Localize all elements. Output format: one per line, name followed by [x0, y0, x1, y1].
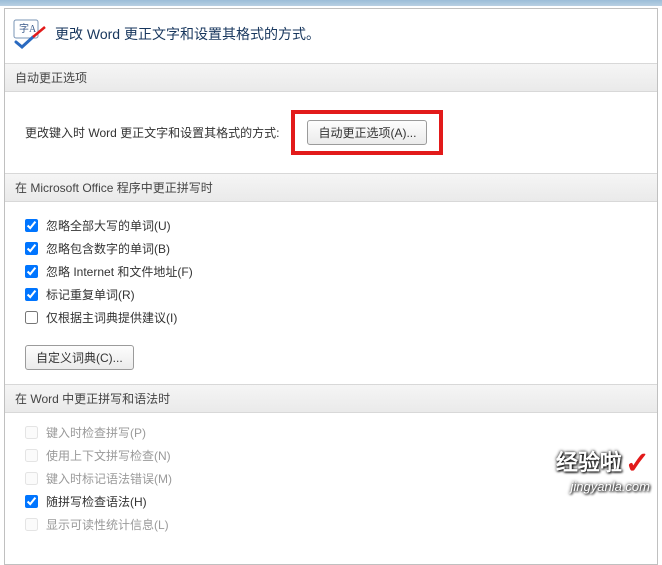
word-spell-row-2: 键入时标记语法错误(M) [25, 467, 637, 490]
window-top-border [0, 0, 662, 6]
section-office-spell-header: 在 Microsoft Office 程序中更正拼写时 [5, 173, 657, 202]
word-spell-checkbox-2 [25, 472, 38, 485]
office-spell-checkbox-3[interactable] [25, 288, 38, 301]
word-spell-label-1: 使用上下文拼写检查(N) [46, 447, 171, 464]
custom-dict-row: 自定义词典(C)... [5, 337, 657, 384]
office-spell-label-3: 标记重复单词(R) [46, 286, 135, 303]
office-spell-label-4: 仅根据主词典提供建议(I) [46, 309, 177, 326]
page-title: 更改 Word 更正文字和设置其格式的方式。 [55, 24, 320, 44]
word-spell-row-1: 使用上下文拼写检查(N) [25, 444, 637, 467]
word-spell-label-3: 随拼写检查语法(H) [46, 493, 147, 510]
word-spell-checkbox-4 [25, 518, 38, 531]
word-spell-row-3[interactable]: 随拼写检查语法(H) [25, 490, 637, 513]
page-header: 字A 更改 Word 更正文字和设置其格式的方式。 [5, 9, 657, 63]
section-word-spell-header: 在 Word 中更正拼写和语法时 [5, 384, 657, 413]
office-spell-checkbox-4[interactable] [25, 311, 38, 324]
office-spell-group: 忽略全部大写的单词(U) 忽略包含数字的单词(B) 忽略 Internet 和文件地… [5, 202, 657, 337]
office-spell-row-2[interactable]: 忽略 Internet 和文件地址(F) [25, 260, 637, 283]
office-spell-row-3[interactable]: 标记重复单词(R) [25, 283, 637, 306]
highlight-annotation: 自动更正选项(A)... [291, 110, 443, 155]
options-panel: 字A 更改 Word 更正文字和设置其格式的方式。 自动更正选项 更改键入时 W… [4, 8, 658, 565]
word-spell-checkbox-3[interactable] [25, 495, 38, 508]
word-spell-row-0: 键入时检查拼写(P) [25, 421, 637, 444]
autocorrect-options-button[interactable]: 自动更正选项(A)... [307, 120, 427, 145]
word-spell-label-0: 键入时检查拼写(P) [46, 424, 146, 441]
word-spell-row-4: 显示可读性统计信息(L) [25, 513, 637, 536]
office-spell-checkbox-1[interactable] [25, 242, 38, 255]
word-spell-checkbox-1 [25, 449, 38, 462]
office-spell-row-4[interactable]: 仅根据主词典提供建议(I) [25, 306, 637, 329]
word-spell-label-4: 显示可读性统计信息(L) [46, 516, 169, 533]
section-autocorrect-header: 自动更正选项 [5, 63, 657, 92]
office-spell-label-2: 忽略 Internet 和文件地址(F) [46, 263, 193, 280]
word-spell-checkbox-0 [25, 426, 38, 439]
autocorrect-label: 更改键入时 Word 更正文字和设置其格式的方式: [25, 124, 279, 141]
autocorrect-row: 更改键入时 Word 更正文字和设置其格式的方式: 自动更正选项(A)... [5, 92, 657, 173]
office-spell-row-0[interactable]: 忽略全部大写的单词(U) [25, 214, 637, 237]
office-spell-label-0: 忽略全部大写的单词(U) [46, 217, 171, 234]
custom-dictionaries-button[interactable]: 自定义词典(C)... [25, 345, 134, 370]
office-spell-checkbox-0[interactable] [25, 219, 38, 232]
word-spell-group: 键入时检查拼写(P) 使用上下文拼写检查(N) 键入时标记语法错误(M) 随拼写检查语… [5, 413, 657, 544]
office-spell-label-1: 忽略包含数字的单词(B) [46, 240, 170, 257]
office-spell-checkbox-2[interactable] [25, 265, 38, 278]
svg-text:字A: 字A [19, 22, 37, 35]
office-spell-row-1[interactable]: 忽略包含数字的单词(B) [25, 237, 637, 260]
proofing-icon: 字A [13, 19, 47, 49]
word-spell-label-2: 键入时标记语法错误(M) [46, 470, 172, 487]
